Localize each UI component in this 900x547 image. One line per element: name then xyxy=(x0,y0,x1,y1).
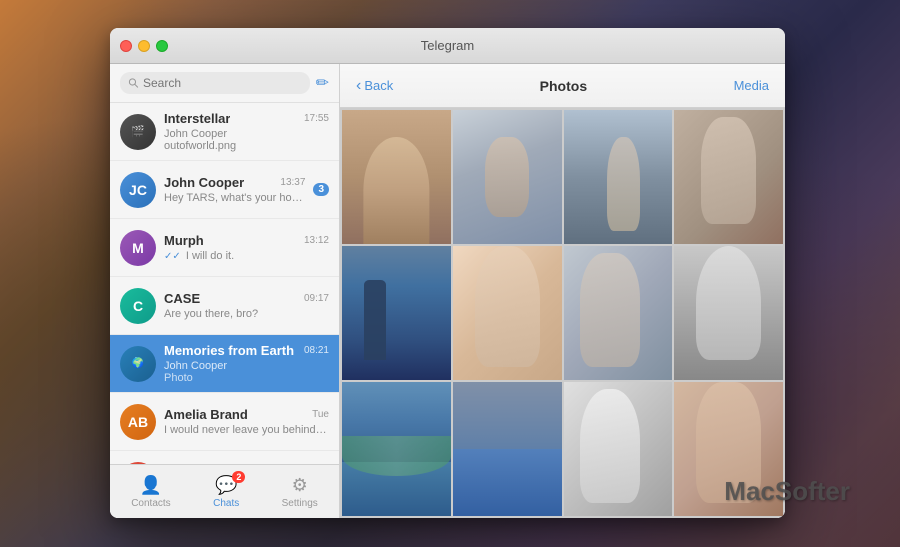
avatar-amelia: AB xyxy=(120,404,156,440)
chat-time-memories: 08:21 xyxy=(304,345,329,356)
photo-cell-2[interactable] xyxy=(453,110,562,244)
chat-item-amelia[interactable]: AB Amelia Brand Tue I would never leave … xyxy=(110,393,339,451)
chat-item-nasa[interactable]: 🚀 ● NASA ✓ Mon Ground control to Major T… xyxy=(110,451,339,464)
chats-icon-wrap: 💬 2 xyxy=(215,475,237,496)
chat-message-case: Are you there, bro? xyxy=(164,308,329,320)
search-input-wrap[interactable] xyxy=(120,72,310,94)
chat-name-interstellar: Interstellar xyxy=(164,111,230,126)
settings-icon: ⚙ xyxy=(292,475,308,496)
avatar-john: JC xyxy=(120,172,156,208)
media-button[interactable]: Media xyxy=(734,78,769,93)
search-icon xyxy=(128,77,139,89)
contacts-icon: 👤 xyxy=(140,475,162,496)
photo-cell-5[interactable] xyxy=(342,246,451,380)
photo-cell-7[interactable] xyxy=(564,246,673,380)
photo-cell-3[interactable] xyxy=(564,110,673,244)
chat-info-murph: Murph 13:12 ✓✓ I will do it. xyxy=(164,233,329,262)
main-content: ✏ 🎬 Interstellar 17:55 John Coop xyxy=(110,64,785,518)
photos-panel: ‹ Back Photos Media xyxy=(340,64,785,518)
photo-cell-6[interactable] xyxy=(453,246,562,380)
nav-chats[interactable]: 💬 2 Chats xyxy=(197,471,255,513)
chat-message-murph: ✓✓ I will do it. xyxy=(164,250,329,262)
photos-header: ‹ Back Photos Media xyxy=(340,64,785,108)
photo-cell-11[interactable] xyxy=(564,382,673,516)
chat-name-case: CASE xyxy=(164,291,200,306)
close-button[interactable] xyxy=(120,40,132,52)
watermark: MacSofter xyxy=(716,476,850,507)
chat-name-memories: Memories from Earth xyxy=(164,343,294,358)
photo-cell-9[interactable] xyxy=(342,382,451,516)
traffic-lights xyxy=(120,40,168,52)
chat-item-john[interactable]: JC John Cooper 13:37 Hey TARS, what's yo… xyxy=(110,161,339,219)
sidebar: ✏ 🎬 Interstellar 17:55 John Coop xyxy=(110,64,340,518)
chat-item-case[interactable]: C CASE 09:17 Are you there, bro? xyxy=(110,277,339,335)
avatar-murph: M xyxy=(120,230,156,266)
compose-icon[interactable]: ✏ xyxy=(316,73,329,93)
chat-item-interstellar[interactable]: 🎬 Interstellar 17:55 John Cooper outofwo… xyxy=(110,103,339,161)
chat-name-amelia: Amelia Brand xyxy=(164,407,248,422)
search-input[interactable] xyxy=(143,76,302,90)
chat-name-murph: Murph xyxy=(164,233,204,248)
nav-settings[interactable]: ⚙ Settings xyxy=(266,471,334,513)
chat-info-interstellar: Interstellar 17:55 John Cooper outofworl… xyxy=(164,111,329,152)
minimize-button[interactable] xyxy=(138,40,150,52)
avatar-memories: 🌍 xyxy=(120,346,156,382)
chat-item-memories[interactable]: 🌍 Memories from Earth 08:21 John Cooper … xyxy=(110,335,339,393)
chat-time-john: 13:37 xyxy=(280,177,305,188)
chat-subtitle-memories: John Cooper xyxy=(164,360,329,372)
avatar-case: C xyxy=(120,288,156,324)
chat-info-memories: Memories from Earth 08:21 John Cooper Ph… xyxy=(164,343,329,384)
app-window: Telegram ✏ 🎬 xyxy=(110,28,785,518)
photos-title: Photos xyxy=(540,78,587,94)
chats-label: Chats xyxy=(213,498,239,509)
photo-cell-8[interactable] xyxy=(674,246,783,380)
badge-john: 3 xyxy=(313,183,329,196)
chat-item-murph[interactable]: M Murph 13:12 ✓✓ I will do it. xyxy=(110,219,339,277)
bottom-nav: 👤 Contacts 💬 2 Chats ⚙ Settings xyxy=(110,464,339,518)
chat-message-memories: Photo xyxy=(164,372,329,384)
photo-cell-1[interactable] xyxy=(342,110,451,244)
photo-grid xyxy=(340,108,785,518)
search-bar: ✏ xyxy=(110,64,339,103)
back-chevron-icon: ‹ xyxy=(356,78,361,94)
chat-message-john: Hey TARS, what's your honesty parameter? xyxy=(164,192,305,204)
maximize-button[interactable] xyxy=(156,40,168,52)
chat-list: 🎬 Interstellar 17:55 John Cooper outofwo… xyxy=(110,103,339,464)
chat-info-john: John Cooper 13:37 Hey TARS, what's your … xyxy=(164,175,305,204)
settings-label: Settings xyxy=(282,498,318,509)
contacts-label: Contacts xyxy=(131,498,170,509)
chat-info-case: CASE 09:17 Are you there, bro? xyxy=(164,291,329,320)
chat-time-interstellar: 17:55 xyxy=(304,113,329,124)
chat-subtitle-interstellar: John Cooper xyxy=(164,128,329,140)
checkmark-murph: ✓✓ xyxy=(164,251,181,262)
chat-name-john: John Cooper xyxy=(164,175,244,190)
nav-contacts[interactable]: 👤 Contacts xyxy=(115,471,186,513)
back-button[interactable]: ‹ Back xyxy=(356,78,393,94)
chats-badge: 2 xyxy=(232,471,245,483)
macsofter-label: MacSofter xyxy=(724,476,850,507)
back-label: Back xyxy=(364,78,393,93)
chat-time-murph: 13:12 xyxy=(304,235,329,246)
chat-time-amelia: Tue xyxy=(312,409,329,420)
avatar-interstellar: 🎬 xyxy=(120,114,156,150)
chat-info-amelia: Amelia Brand Tue I would never leave you… xyxy=(164,407,329,436)
photo-cell-10[interactable] xyxy=(453,382,562,516)
chat-time-case: 09:17 xyxy=(304,293,329,304)
titlebar: Telegram xyxy=(110,28,785,64)
photo-cell-4[interactable] xyxy=(674,110,783,244)
window-title: Telegram xyxy=(421,38,474,53)
chat-message-amelia: I would never leave you behind... TARS xyxy=(164,424,329,436)
chat-message-interstellar: outofworld.png xyxy=(164,140,329,152)
